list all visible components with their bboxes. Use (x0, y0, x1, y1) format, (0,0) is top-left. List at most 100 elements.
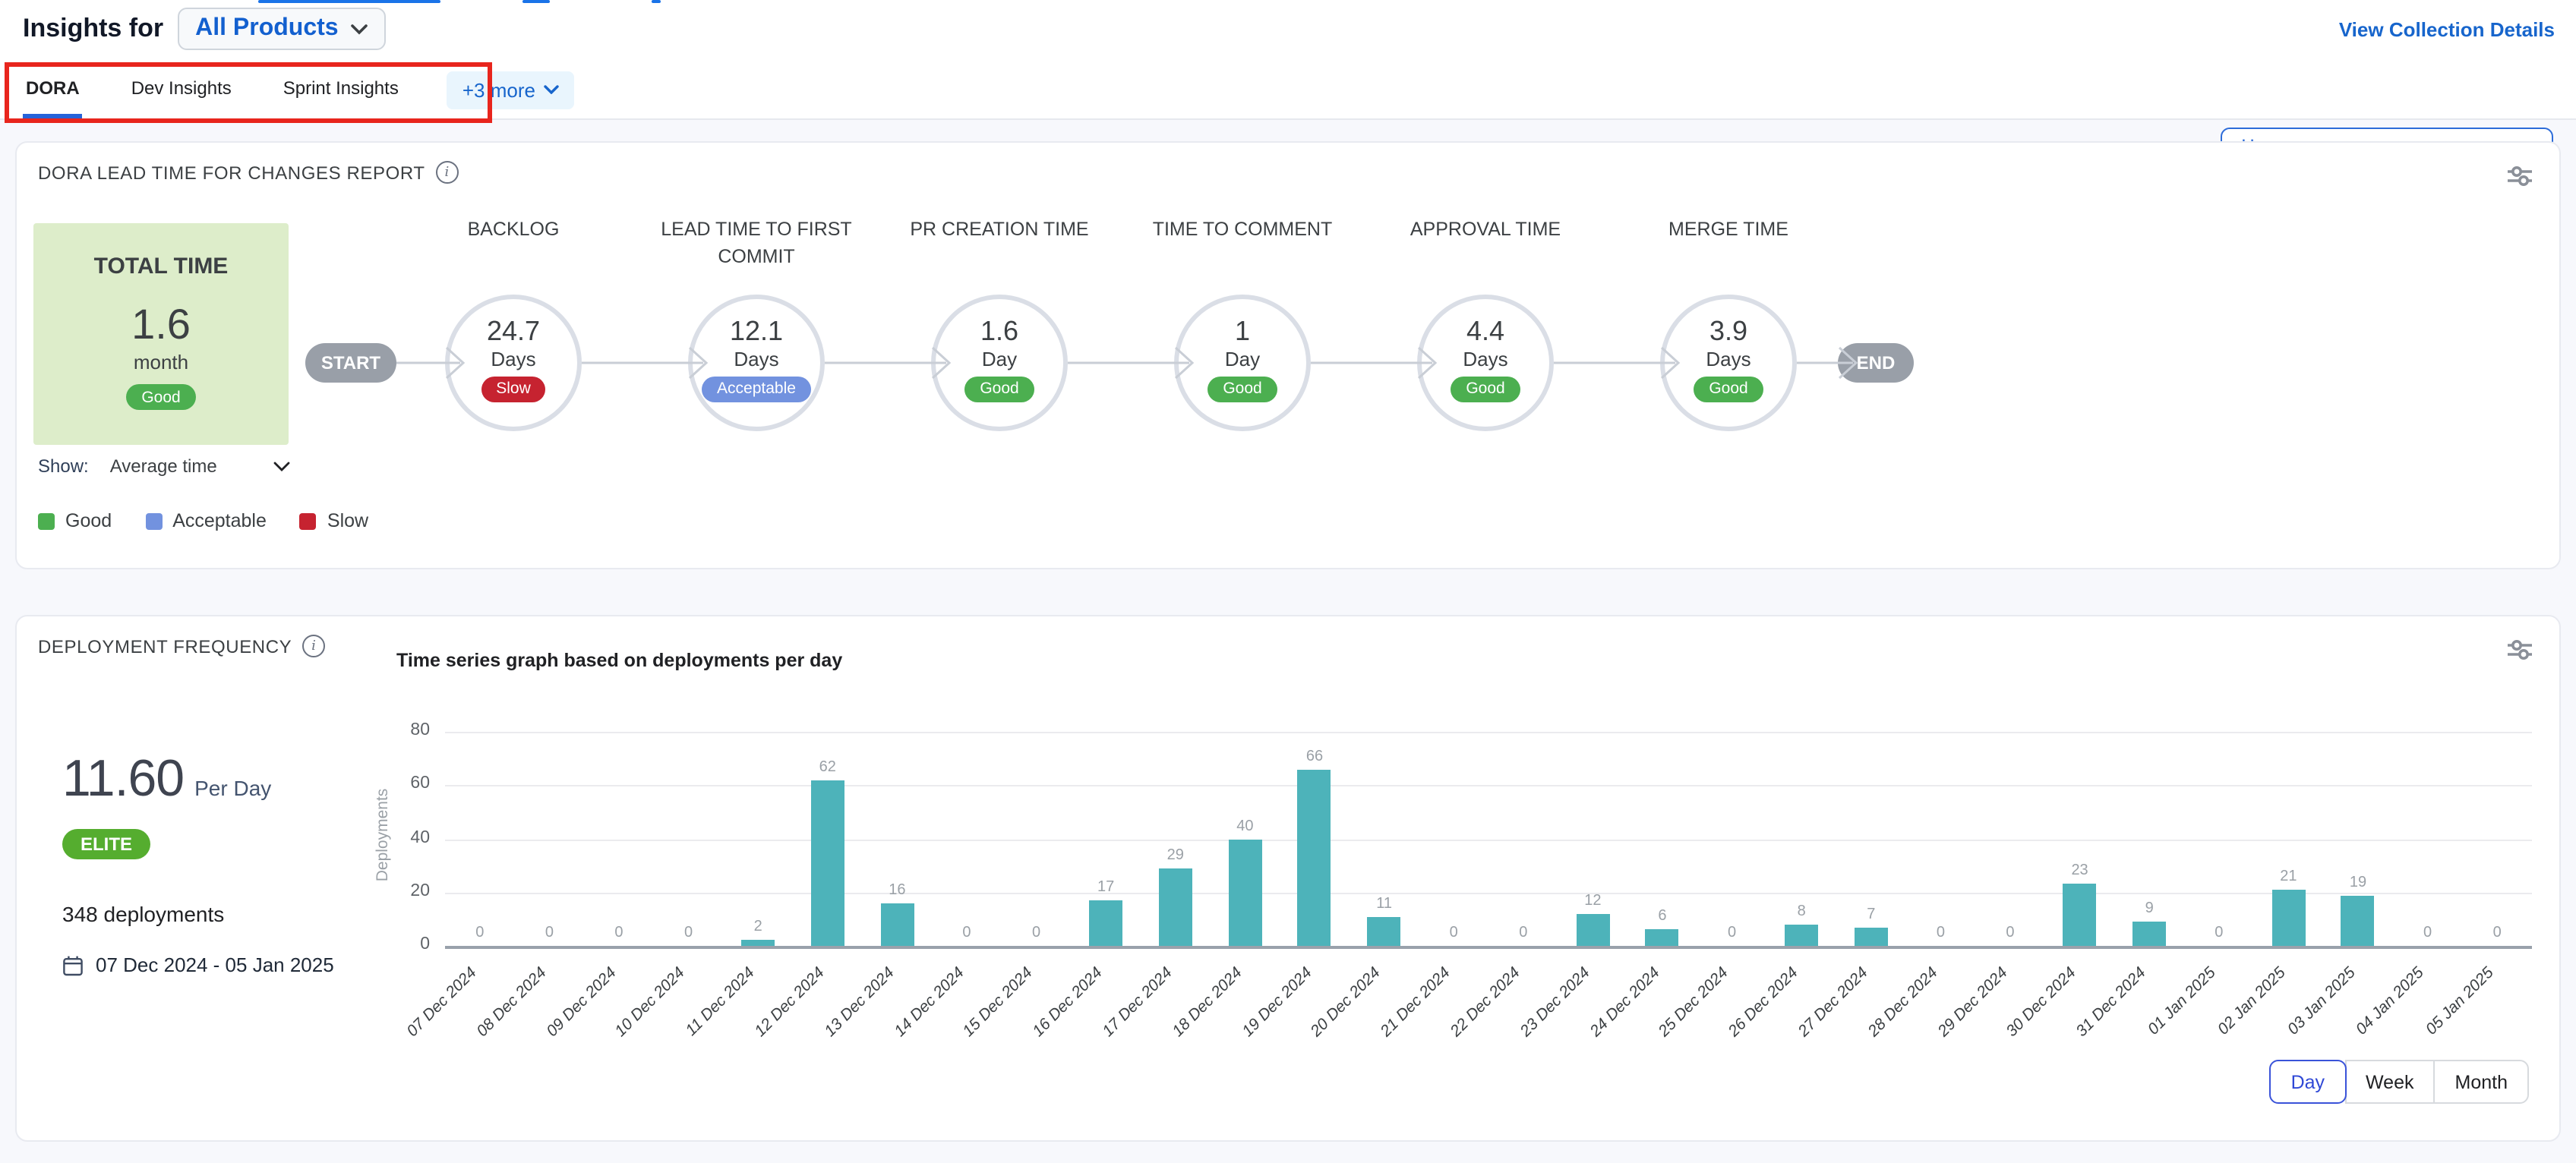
chart-settings-sliders-icon[interactable] (2505, 638, 2535, 670)
bar-value-label: 9 (2114, 900, 2184, 917)
stage-value: 3.9 (1709, 317, 1747, 348)
bar-slot: 0 (445, 732, 515, 946)
stage-rating-badge: Good (1694, 377, 1763, 402)
bar-value-label: 0 (1697, 925, 1767, 941)
x-axis-line (445, 946, 2532, 948)
bar-slot: 0 (654, 732, 724, 946)
dashboard-page: Insights for All Products View Collectio… (0, 0, 2576, 1163)
stage-rating-badge: Good (1208, 377, 1277, 402)
bar-value-label: 0 (515, 925, 585, 941)
bar-value-label: 0 (2393, 925, 2463, 941)
bar-value-label: 0 (2184, 925, 2254, 941)
bar-value-label: 0 (1419, 925, 1488, 941)
granularity-week-button[interactable]: Week (2344, 1060, 2435, 1104)
granularity-day-button[interactable]: Day (2270, 1060, 2346, 1104)
deployment-bar[interactable] (880, 903, 914, 946)
stage-name: BACKLOG (384, 216, 642, 243)
deployment-bar[interactable] (1855, 927, 1888, 946)
pipeline-arrow (825, 343, 952, 383)
stage-rating-badge: Good (1451, 377, 1520, 402)
bar-slot: 11 (1350, 732, 1419, 946)
deployment-bar[interactable] (2271, 890, 2305, 946)
bar-value-label: 6 (1627, 909, 1697, 925)
bar-value-label: 0 (2462, 925, 2532, 941)
bar-value-label: 12 (1558, 893, 1628, 909)
view-collection-details-link[interactable]: View Collection Details (2339, 18, 2555, 41)
bar-value-label: 29 (1141, 847, 1211, 864)
info-icon[interactable]: i (302, 635, 325, 657)
show-label: Show: (38, 455, 89, 477)
stage-name: LEAD TIME TO FIRST COMMIT (627, 216, 886, 271)
deployment-bar[interactable] (2132, 922, 2166, 946)
deployment-bar[interactable] (811, 780, 844, 946)
bar-slot: 19 (2323, 732, 2393, 946)
deployment-bar[interactable] (1785, 925, 1818, 946)
page-title: Insights for (23, 14, 163, 44)
bar-slot: 0 (1488, 732, 1558, 946)
bar-slot: 62 (793, 732, 863, 946)
bar-value-label: 21 (2254, 868, 2324, 885)
bar-value-label: 0 (1002, 925, 1072, 941)
deployment-bar[interactable] (1576, 914, 1609, 946)
bar-value-label: 0 (1488, 925, 1558, 941)
stage-name: APPROVAL TIME (1356, 216, 1615, 243)
product-selector-dropdown[interactable]: All Products (177, 8, 385, 50)
pipeline-arrow (582, 343, 709, 383)
bar-value-label: 7 (1836, 906, 1906, 922)
tab-dev-insights[interactable]: Dev Insights (128, 61, 235, 118)
bar-value-label: 19 (2323, 874, 2393, 890)
deployment-bar[interactable] (1298, 769, 1331, 946)
deployment-bar[interactable] (1089, 900, 1122, 946)
bar-value-label: 62 (793, 758, 863, 775)
granularity-month-button[interactable]: Month (2434, 1060, 2530, 1104)
bar-slot: 16 (863, 732, 933, 946)
legend-item-slow: Slow (300, 510, 368, 531)
deployment-bar[interactable] (2341, 895, 2375, 946)
stage-unit: Days (491, 348, 535, 370)
deployment-rate-value: 11.60 (62, 750, 184, 809)
deployment-bar[interactable] (1159, 868, 1192, 946)
bar-slot: 0 (584, 732, 654, 946)
tab-sprint-insights[interactable]: Sprint Insights (280, 61, 402, 118)
bar-value-label: 17 (1071, 879, 1141, 896)
deployment-bar[interactable] (2063, 884, 2097, 946)
bar-slot: 0 (1697, 732, 1767, 946)
bar-slot: 23 (2045, 732, 2115, 946)
granularity-toggle: DayWeekMonth (2270, 1060, 2529, 1104)
legend-swatch (145, 512, 162, 529)
stage-unit: Days (734, 348, 778, 370)
bar-value-label: 2 (723, 919, 793, 936)
stage-value: 24.7 (487, 317, 540, 348)
clipped-link-sliver (522, 0, 550, 3)
legend-item-acceptable: Acceptable (145, 510, 267, 531)
bar-value-label: 0 (445, 925, 515, 941)
bar-slot: 0 (2393, 732, 2463, 946)
pipeline-start-node: START (305, 343, 396, 383)
bar-slot: 0 (1419, 732, 1488, 946)
bar-slot: 0 (1906, 732, 1976, 946)
deployment-bar[interactable] (1368, 916, 1401, 946)
stage-unit: Day (982, 348, 1017, 370)
deployment-bar[interactable] (1228, 839, 1261, 946)
bar-slot: 12 (1558, 732, 1628, 946)
legend-label: Slow (327, 510, 368, 531)
more-tabs-button[interactable]: +3 more (447, 71, 575, 109)
legend-label: Good (65, 510, 112, 531)
tab-dora[interactable]: DORA (23, 61, 83, 118)
y-axis-tick: 0 (363, 935, 430, 953)
pipeline-arrow (1311, 343, 1438, 383)
total-deployments: 348 deployments (62, 902, 224, 926)
performance-tier-badge: ELITE (62, 829, 150, 859)
bar-slot: 9 (2114, 732, 2184, 946)
bar-slot: 0 (2184, 732, 2254, 946)
more-tabs-label: +3 more (462, 78, 535, 101)
deployment-bar[interactable] (1646, 930, 1679, 946)
show-metric-dropdown[interactable]: Show: Average time (38, 455, 291, 477)
show-value: Average time (110, 455, 274, 477)
stage-name: PR CREATION TIME (870, 216, 1129, 243)
legend-label: Acceptable (172, 510, 267, 531)
deployment-bar[interactable] (741, 941, 775, 946)
y-axis-tick: 60 (363, 775, 430, 793)
y-axis-tick: 80 (363, 721, 430, 739)
pipeline-arrow (1068, 343, 1195, 383)
